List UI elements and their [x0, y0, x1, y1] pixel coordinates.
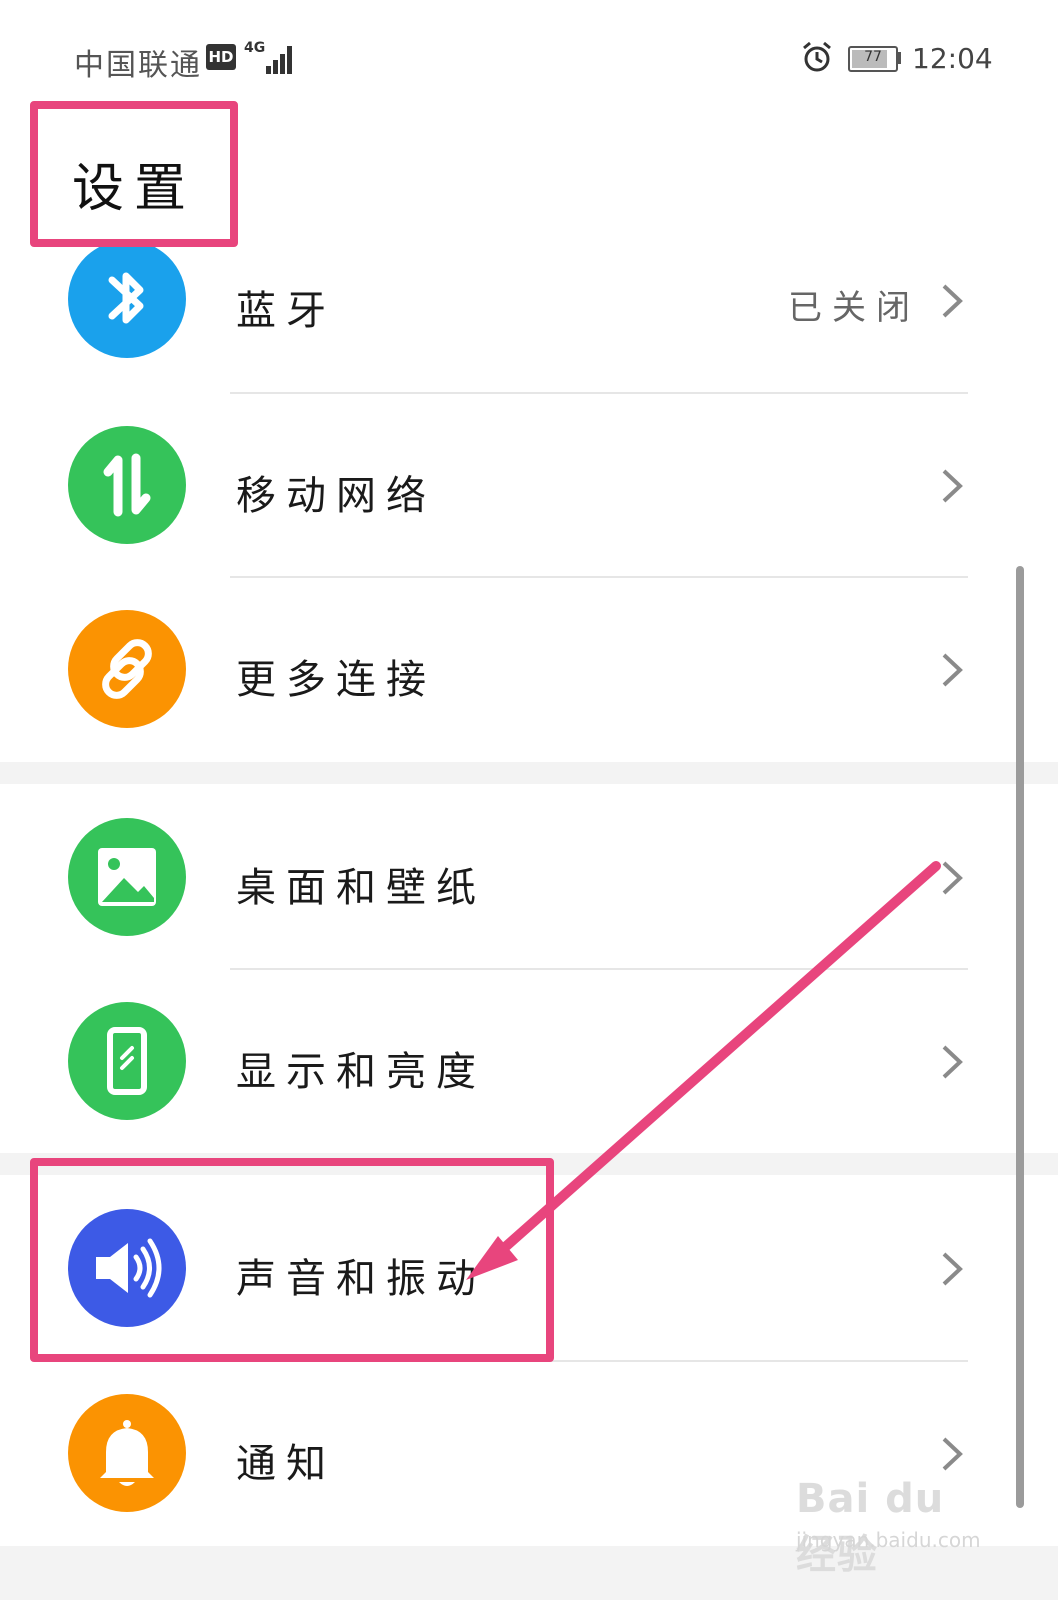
- settings-row-display[interactable]: 显示和亮度: [0, 969, 1058, 1153]
- mobile-data-icon: [68, 426, 186, 544]
- chevron-right-icon: [942, 469, 963, 503]
- alarm-icon: [803, 41, 831, 72]
- bell-icon: [68, 1394, 186, 1512]
- row-label: 蓝牙: [236, 288, 336, 334]
- chevron-right-icon: [942, 1252, 963, 1286]
- scrollbar[interactable]: [1016, 566, 1024, 1508]
- bluetooth-status: 已关闭: [788, 288, 920, 328]
- settings-row-wallpaper[interactable]: 桌面和壁纸: [0, 785, 1058, 969]
- battery-level: 77: [864, 49, 882, 65]
- settings-row-mobile-network[interactable]: 移动网络: [0, 393, 1058, 577]
- watermark-url: jingyan.baidu.com: [796, 1528, 981, 1552]
- carrier-name: 中国联通: [74, 48, 202, 83]
- link-icon: [68, 610, 186, 728]
- battery-icon: 77: [848, 46, 898, 72]
- wallpaper-icon: [68, 818, 186, 936]
- watermark: Bai du 经验 jingyan.baidu.com: [796, 1456, 986, 1578]
- row-label: 通知: [236, 1441, 336, 1487]
- section-gap: [0, 762, 1058, 784]
- clock: 12:04: [912, 42, 993, 75]
- chevron-right-icon: [942, 284, 963, 318]
- bluetooth-icon: [68, 240, 186, 358]
- display-icon: [68, 1002, 186, 1120]
- row-label: 移动网络: [236, 473, 436, 519]
- chevron-right-icon: [942, 861, 963, 895]
- hd-badge: HD: [206, 44, 236, 70]
- highlight-box-title: [30, 101, 238, 247]
- row-label: 显示和亮度: [236, 1049, 486, 1095]
- row-label: 更多连接: [236, 657, 436, 703]
- signal-icon: [260, 42, 294, 74]
- status-bar: 中国联通 HD 4G 77 12:04: [0, 0, 1058, 110]
- chevron-right-icon: [942, 653, 963, 687]
- settings-row-more-connections[interactable]: 更多连接: [0, 577, 1058, 761]
- highlight-box-sound: [30, 1158, 554, 1362]
- battery-tip: [897, 52, 901, 64]
- row-label: 桌面和壁纸: [236, 865, 486, 911]
- chevron-right-icon: [942, 1045, 963, 1079]
